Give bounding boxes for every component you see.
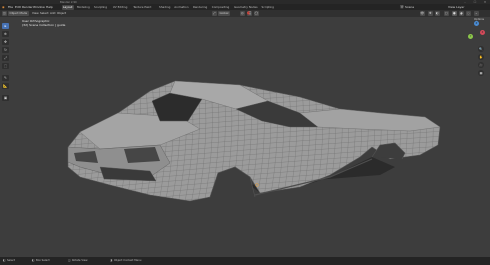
status-select: Select <box>7 259 16 262</box>
workspace-tab-sculpting[interactable]: Sculpting <box>93 5 108 10</box>
gizmo-z-axis[interactable]: Z <box>474 21 479 26</box>
shading-material-icon[interactable]: ◕ <box>459 11 464 16</box>
mouse-middle-icon: ◫ <box>68 259 71 262</box>
tool-transform-icon[interactable]: ⬚ <box>2 63 9 69</box>
gizmo-x-axis[interactable]: X <box>480 30 485 35</box>
workspace-tab-rendering[interactable]: Rendering <box>192 5 208 10</box>
menu-window[interactable]: Window <box>33 5 45 9</box>
tool-add-cube-icon[interactable]: ▣ <box>2 95 9 101</box>
editor-type-icon[interactable]: ◫ <box>2 11 7 16</box>
workspace-tab-texture-paint[interactable]: Texture Paint <box>132 5 152 10</box>
mouse-left-icon: ◧ <box>3 259 6 262</box>
workspace-tab-shading[interactable]: Shading <box>158 5 171 10</box>
tool-annotate-icon[interactable]: ✎ <box>2 75 9 81</box>
zoom-icon[interactable]: 🔍 <box>478 46 484 52</box>
viewport-info: User Orthographic (32) Scene Collection … <box>22 19 65 27</box>
collection-info: (32) Scene Collection | guide <box>22 23 66 27</box>
status-box-select: Box Select <box>36 259 50 262</box>
tool-select-box-icon[interactable]: ▸ <box>2 23 9 29</box>
tool-move-icon[interactable]: ✥ <box>2 39 9 45</box>
xray-icon[interactable]: ▢ <box>444 11 449 16</box>
blender-logo-icon[interactable]: ◉ <box>2 5 5 9</box>
snap-icon[interactable]: 🧲 <box>247 11 252 16</box>
workspace-tab-compositing[interactable]: Compositing <box>211 5 231 10</box>
tool-rotate-icon[interactable]: ↻ <box>2 47 9 53</box>
visibility-icon[interactable]: 👁 <box>420 11 425 16</box>
shading-rendered-icon[interactable]: ◌ <box>466 11 471 16</box>
mode-selector[interactable]: Object Mode <box>8 11 29 16</box>
menu-object[interactable]: Object <box>57 11 66 16</box>
status-context-menu: Object Context Menu <box>114 259 142 262</box>
mouse-left-drag-icon: ◧ <box>32 259 35 262</box>
status-bar: ◧ Select ◧ Box Select ◫ Rotate View ◨ Ob… <box>0 257 490 265</box>
workspace-tab-modeling[interactable]: Modeling <box>76 5 91 10</box>
gizmo-y-axis[interactable]: Y <box>468 34 473 39</box>
menu-add[interactable]: Add <box>50 11 55 16</box>
car-body-mesh[interactable] <box>0 17 490 257</box>
scene-selector[interactable]: Scene <box>405 5 414 9</box>
menu-render[interactable]: Render <box>22 5 33 9</box>
status-rotate-view: Rotate View <box>72 259 88 262</box>
shading-solid-icon[interactable]: ● <box>452 11 457 16</box>
proportional-edit-icon[interactable]: ◯ <box>254 11 259 16</box>
workspace-tab-animation[interactable]: Animation <box>173 5 189 10</box>
navigation-gizmo[interactable]: Z X Y <box>466 20 488 44</box>
workspace-tab-uv-editing[interactable]: UV Editing <box>112 5 129 10</box>
pivot-icon[interactable]: ◎ <box>240 11 245 16</box>
orientation-icon: ⤢ <box>212 11 217 16</box>
workspace-tab-scripting[interactable]: Scripting <box>261 5 275 10</box>
camera-view-icon[interactable]: 🎥 <box>478 62 484 68</box>
menu-select[interactable]: Select <box>40 11 49 16</box>
view-layer-selector[interactable]: View Layer <box>448 5 464 9</box>
tool-cursor-icon[interactable]: ⊕ <box>2 31 9 37</box>
pan-icon[interactable]: ✋ <box>478 54 484 60</box>
mouse-right-icon: ◨ <box>110 259 113 262</box>
transform-orientation-selector[interactable]: Global <box>218 11 230 16</box>
gizmo-toggle-icon[interactable]: ✥ <box>428 11 433 16</box>
scene-icon: 🎬 <box>400 5 404 9</box>
workspace-tab-geometry-nodes[interactable]: Geometry Nodes <box>233 5 259 10</box>
menu-help[interactable]: Help <box>46 5 53 9</box>
tool-scale-icon[interactable]: ⤢ <box>2 55 9 61</box>
menu-edit[interactable]: Edit <box>15 5 21 9</box>
workspace-tab-layout[interactable]: Layout <box>62 4 74 10</box>
shading-options-icon[interactable]: ⌄ <box>474 11 479 16</box>
overlays-icon[interactable]: ◐ <box>435 11 440 16</box>
viewport-header: ◫ Object Mode View Select Add Object ⤢ G… <box>0 10 490 17</box>
ortho-toggle-icon[interactable]: ▦ <box>478 70 484 76</box>
menu-file[interactable]: File <box>8 5 13 9</box>
tool-measure-icon[interactable]: 📐 <box>2 83 9 89</box>
menu-view[interactable]: View <box>32 11 39 16</box>
3d-viewport[interactable] <box>0 17 490 257</box>
